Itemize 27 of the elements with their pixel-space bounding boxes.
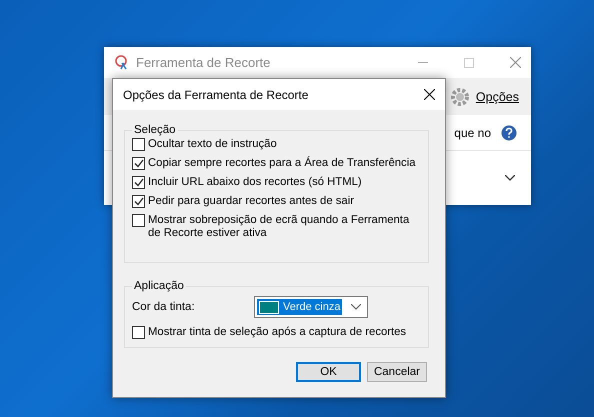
instruction-text: que no [454, 126, 491, 140]
checkbox[interactable] [132, 214, 145, 227]
chevron-down-icon[interactable] [505, 175, 515, 181]
help-icon[interactable] [501, 124, 517, 140]
close-icon[interactable] [424, 89, 435, 100]
ink-color-label: Cor da tinta: [132, 301, 195, 313]
dialog-button[interactable]: Cancelar [367, 362, 427, 382]
option-label: Pedir para guardar recortes antes de sair [148, 195, 354, 208]
option-label: Mostrar tinta de seleção após a captura de recortes [148, 326, 406, 339]
checkbox[interactable] [132, 176, 145, 189]
group-label: Seleção [133, 124, 177, 136]
option-label: Mostrar sobreposição de ecrã quando a Ferramenta de Recorte estiver ativa [148, 214, 410, 240]
checkbox[interactable] [132, 195, 145, 208]
group-label: Aplicação [133, 280, 185, 292]
dialog-button[interactable]: OK [296, 362, 361, 382]
options-button[interactable]: Opções [476, 90, 519, 104]
option-label: Incluir URL abaixo dos recortes (só HTML) [148, 176, 362, 189]
checkbox[interactable] [132, 138, 145, 151]
dialog-title: Opções da Ferramenta de Recorte [123, 88, 308, 102]
option-label: Copiar sempre recortes para a Área de Transferência [148, 157, 416, 170]
checkbox[interactable] [132, 326, 145, 339]
chevron-down-icon [351, 304, 361, 310]
option-label: Ocultar texto de instrução [148, 138, 277, 151]
window-title: Ferramenta de Recorte [136, 55, 270, 70]
checkbox[interactable] [132, 157, 145, 170]
ink-color-dropdown[interactable]: Verde cinza [254, 296, 368, 318]
color-swatch [259, 300, 279, 314]
